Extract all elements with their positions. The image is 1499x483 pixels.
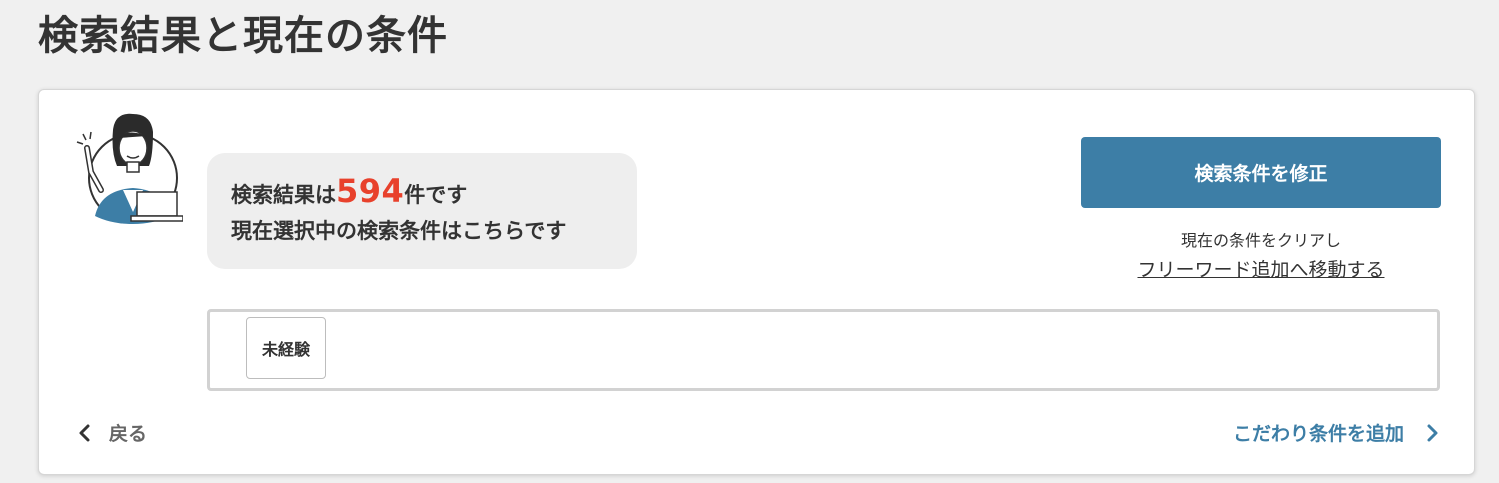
back-link[interactable]: 戻る [75,419,147,446]
page-title: 検索結果と現在の条件 [38,13,448,59]
back-label: 戻る [109,423,148,445]
result-summary-bubble: 検索結果は594件です 現在選択中の検索条件はこちらです [207,153,637,269]
result-count: 594 [336,172,405,210]
edit-search-conditions-button[interactable]: 検索条件を修正 [1081,137,1441,208]
consultant-avatar [76,113,183,224]
freeword-add-link[interactable]: フリーワード追加へ移動する [1081,255,1441,282]
chevron-right-icon [1427,424,1438,441]
result-prefix: 検索結果は [231,183,336,207]
chevron-left-icon [79,424,90,441]
add-conditions-label: こだわり条件を追加 [1232,423,1404,445]
selected-conditions-box: 未経験 [207,309,1440,391]
result-count-line: 検索結果は594件です [231,173,613,213]
add-preference-conditions-link[interactable]: こだわり条件を追加 [1233,419,1442,446]
result-suffix: 件です [404,183,468,207]
search-summary-card: 検索結果は594件です 現在選択中の検索条件はこちらです 検索条件を修正 現在の… [38,89,1475,475]
condition-tag: 未経験 [246,317,326,379]
current-conditions-text: 現在選択中の検索条件はこちらです [231,219,567,243]
clear-conditions-note: 現在の条件をクリアし [1180,231,1341,250]
